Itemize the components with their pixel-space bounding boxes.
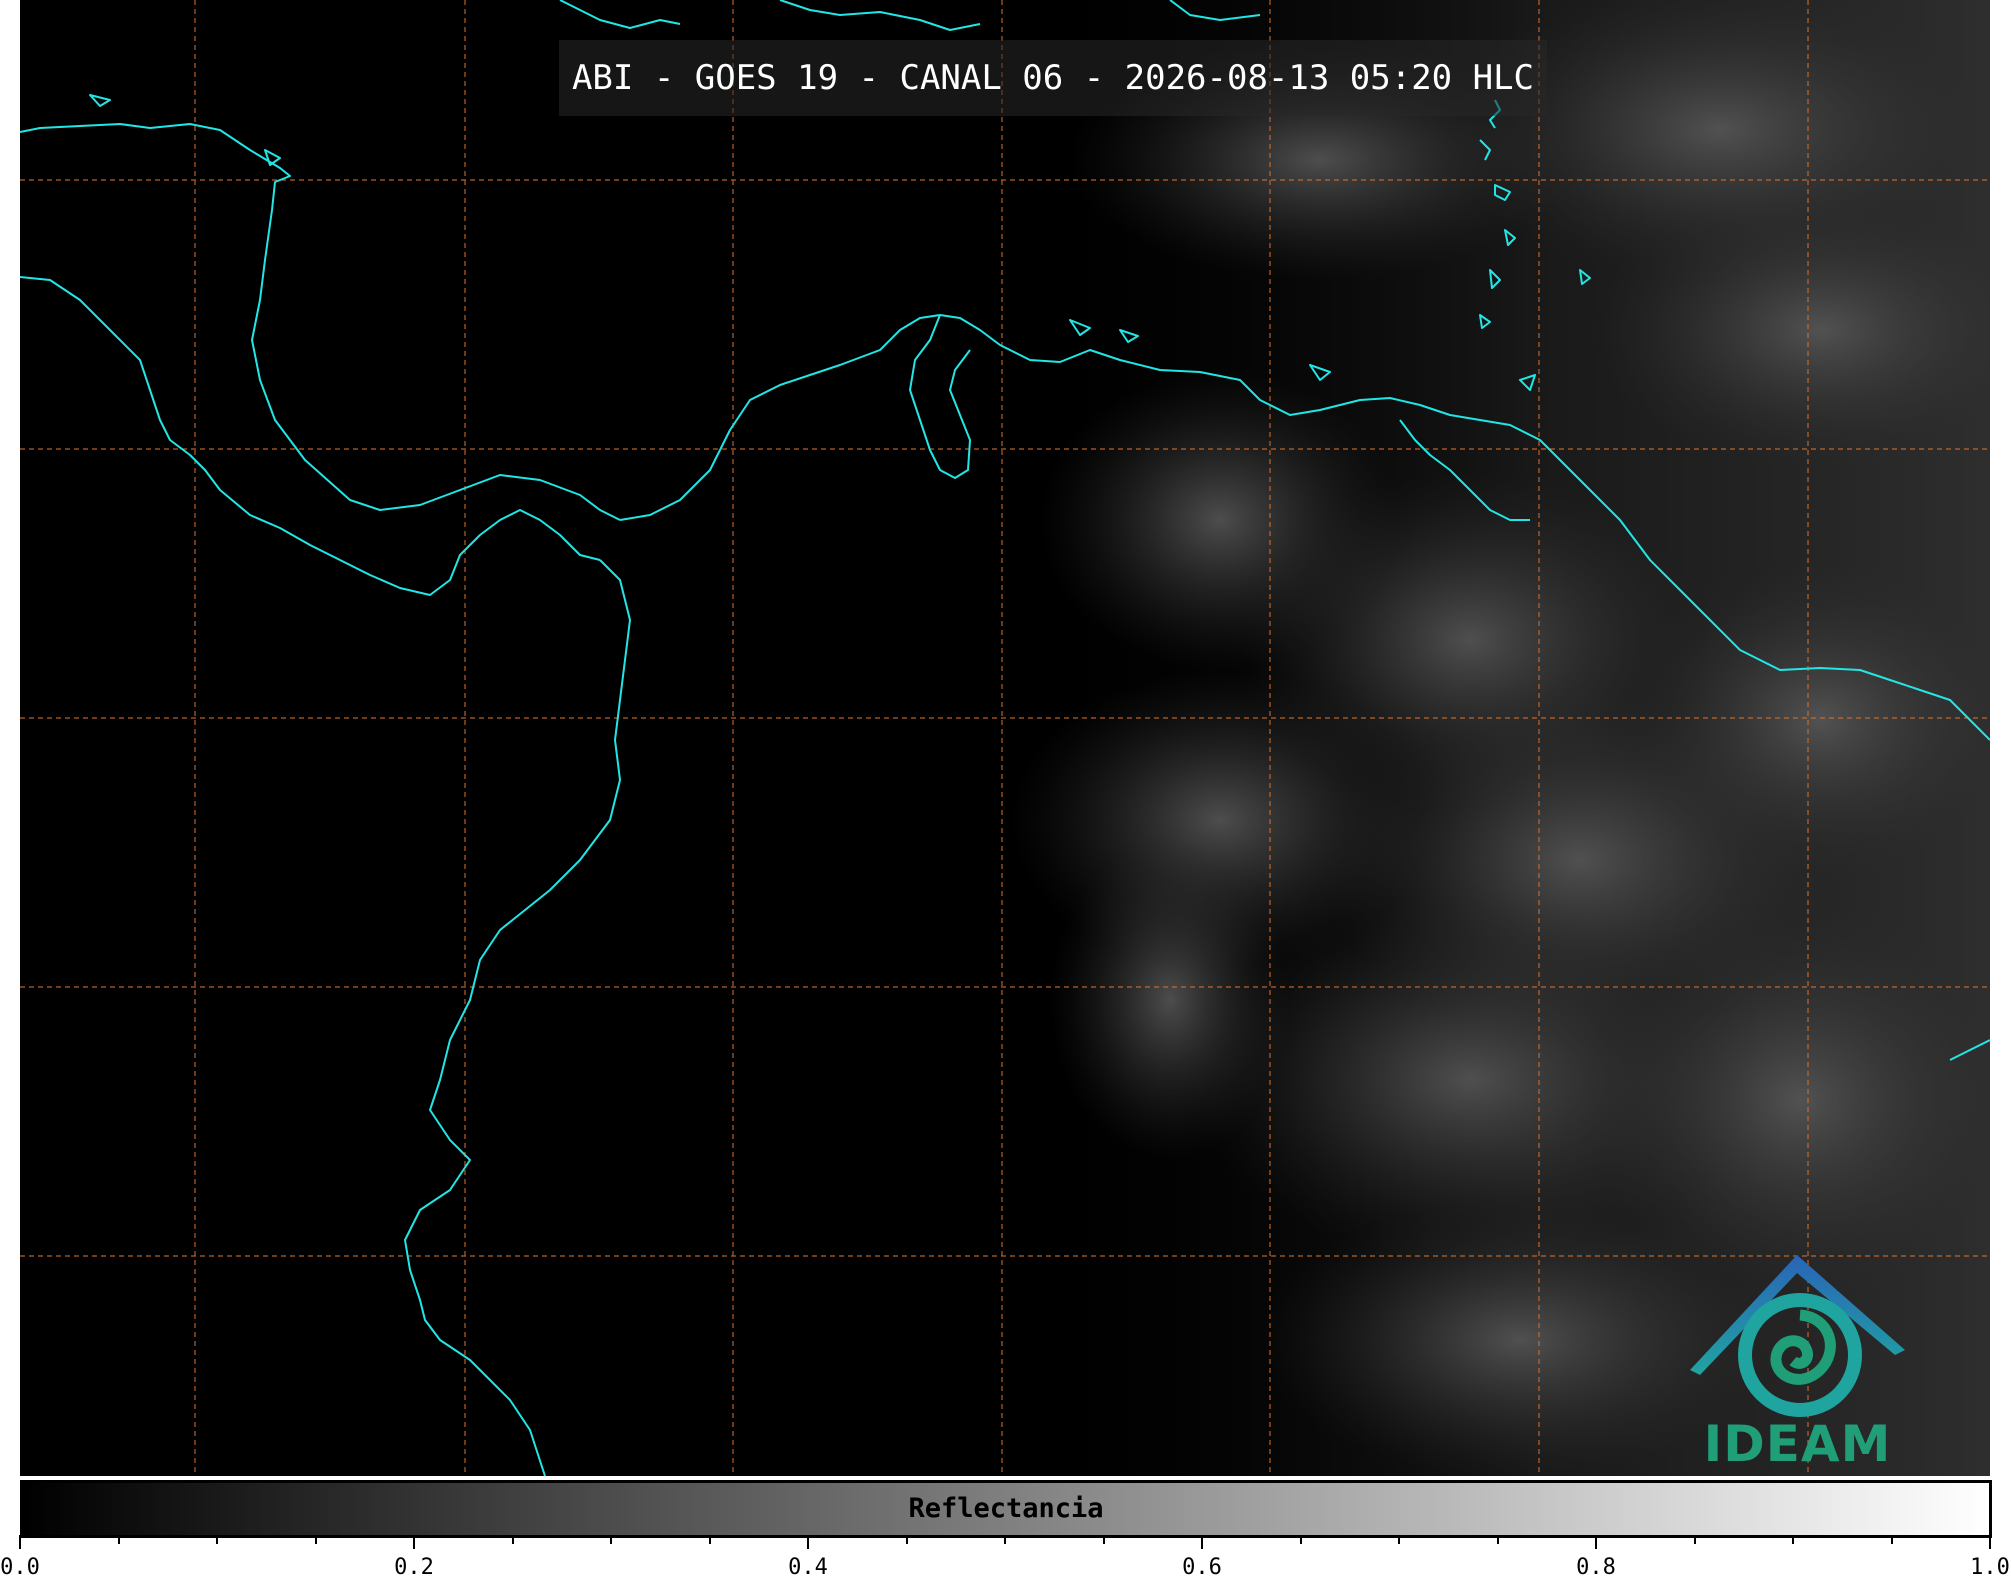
major-tick — [807, 1535, 809, 1549]
colorbar-tick-label: 1.0 — [1970, 1555, 2010, 1577]
ideam-logo-text: IDEAM — [1703, 1415, 1892, 1473]
colorbar-tick-label: 0.4 — [788, 1555, 828, 1577]
colorbar-label: Reflectancia — [908, 1493, 1104, 1524]
minor-tick — [216, 1535, 218, 1544]
colorbar-tick-label: 0.2 — [394, 1555, 434, 1577]
image-title: ABI - GOES 19 - CANAL 06 - 2026-08-13 05… — [559, 40, 1547, 116]
minor-tick — [1398, 1535, 1400, 1544]
minor-tick — [1792, 1535, 1794, 1544]
minor-tick — [1103, 1535, 1105, 1544]
satellite-viewer: ABI - GOES 19 - CANAL 06 - 2026-08-13 05… — [0, 0, 2011, 1577]
minor-tick — [906, 1535, 908, 1544]
ideam-logo: IDEAM — [1685, 1255, 1910, 1475]
colorbar-tick-label: 0.0 — [0, 1555, 40, 1577]
minor-tick — [1694, 1535, 1696, 1544]
satellite-image: ABI - GOES 19 - CANAL 06 - 2026-08-13 05… — [20, 0, 1990, 1476]
colorbar-ticks: 0.0 0.2 0.4 0.6 0.8 1.0 — [0, 1535, 2010, 1577]
major-tick — [1595, 1535, 1597, 1549]
colorbar: Reflectancia — [20, 1480, 1992, 1538]
minor-tick — [1497, 1535, 1499, 1544]
minor-tick — [610, 1535, 612, 1544]
minor-tick — [709, 1535, 711, 1544]
minor-tick — [1300, 1535, 1302, 1544]
major-tick — [1201, 1535, 1203, 1549]
major-tick — [19, 1535, 21, 1549]
ideam-emblem-icon — [1690, 1255, 1905, 1417]
colorbar-tick-label: 0.8 — [1576, 1555, 1616, 1577]
minor-tick — [1891, 1535, 1893, 1544]
colorbar-tick-label: 0.6 — [1182, 1555, 1222, 1577]
minor-tick — [315, 1535, 317, 1544]
minor-tick — [1004, 1535, 1006, 1544]
minor-tick — [118, 1535, 120, 1544]
major-tick — [1989, 1535, 1991, 1549]
minor-tick — [512, 1535, 514, 1544]
major-tick — [413, 1535, 415, 1549]
